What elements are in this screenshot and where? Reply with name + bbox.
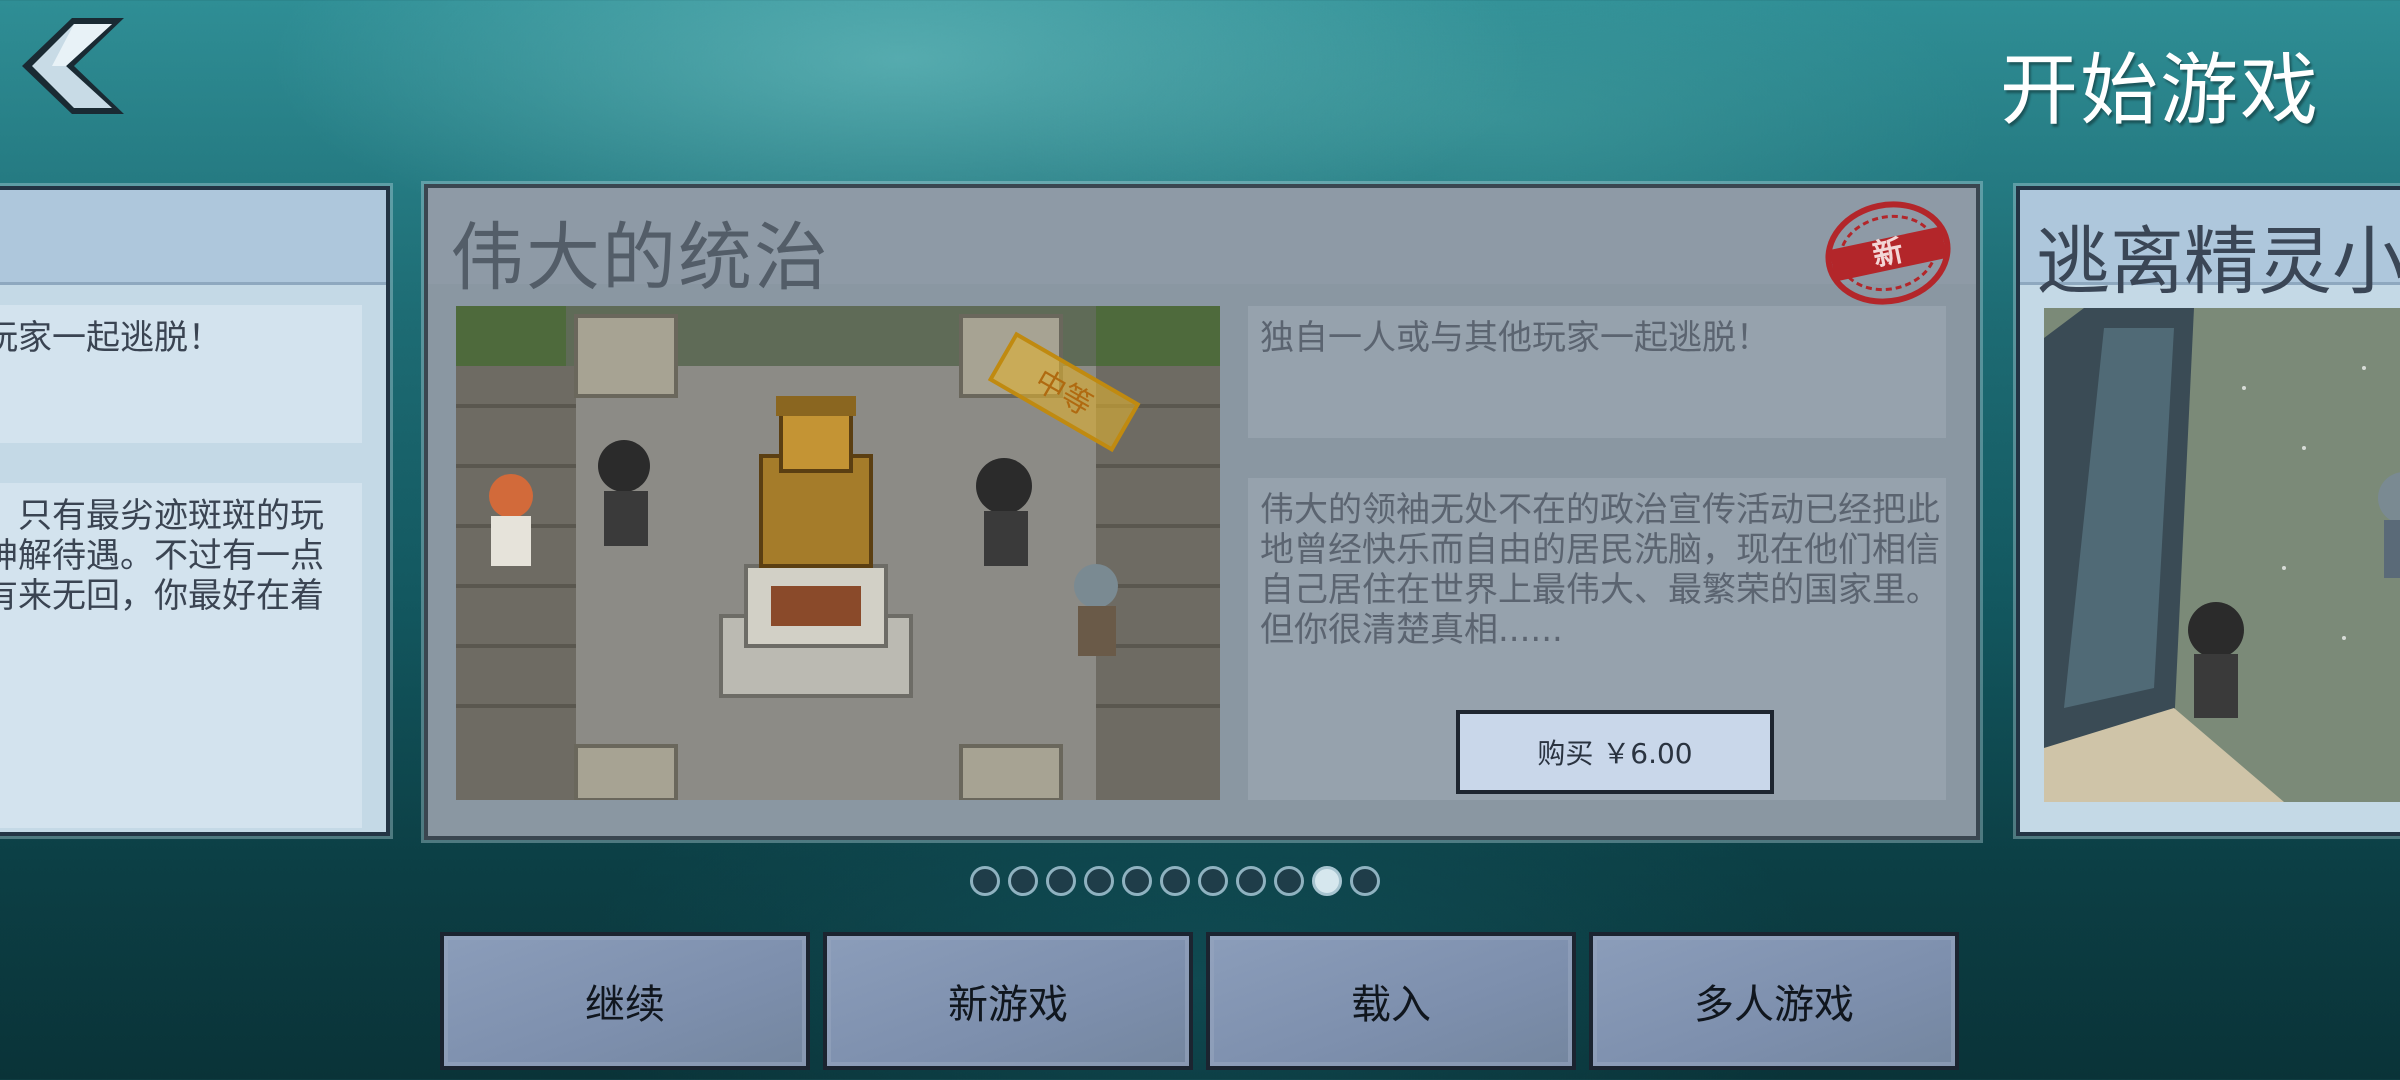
prison-card-selected[interactable]: 伟大的统治 新 中等 独自一人或与其他玩家一起逃脱！ 伟大的领袖无处不在的政治宣… [424,184,1980,840]
prison-name: 逃离精灵小 [2036,219,2400,305]
back-button[interactable] [12,14,127,118]
continue-button[interactable]: 继续 [440,932,810,1070]
page-title: 开始游戏 [1999,46,2320,136]
prison-preview-image: 中等 [456,306,1220,800]
description-line: ，只有最劣迹斑斑的玩 [0,496,324,536]
page-dot[interactable] [1008,866,1038,896]
prison-card-next[interactable]: 逃离精灵小 [2016,186,2400,836]
card-description: 伟大的领袖无处不在的政治宣传活动已经把此地曾经快乐而自由的居民洗脑，现在他们相信… [1260,490,1940,650]
description-line: 有来无回，你最好在着 [0,576,324,616]
page-dot[interactable] [970,866,1000,896]
card-header [0,190,386,285]
card-tagline: 玩家一起逃脱！ [0,318,222,358]
load-button[interactable]: 载入 [1206,932,1576,1070]
page-dot[interactable] [1084,866,1114,896]
page-dot[interactable] [1046,866,1076,896]
page-dot[interactable] [1198,866,1228,896]
new-stamp-icon: 新 [1825,201,1951,305]
multiplayer-button[interactable]: 多人游戏 [1589,932,1959,1070]
page-dot[interactable] [1274,866,1304,896]
prison-card-previous[interactable]: 玩家一起逃脱！ ，只有最劣迹斑斑的玩 神解待遇。不过有一点 有来无回，你最好在着 [0,186,390,836]
new-game-button[interactable]: 新游戏 [823,932,1193,1070]
back-arrow-icon [22,18,124,114]
page-dot[interactable] [1122,866,1152,896]
description-line: 神解待遇。不过有一点 [0,536,324,576]
prison-name: 伟大的统治 [450,215,830,301]
page-dot[interactable] [1350,866,1380,896]
prison-preview-image [2044,308,2400,802]
page-dot[interactable] [1160,866,1190,896]
page-dot-active[interactable] [1312,866,1342,896]
buy-button[interactable]: 购买 ￥6.00 [1456,710,1774,794]
pagination-dots [970,866,1380,896]
page-dot[interactable] [1236,866,1266,896]
card-tagline: 独自一人或与其他玩家一起逃脱！ [1260,318,1770,358]
